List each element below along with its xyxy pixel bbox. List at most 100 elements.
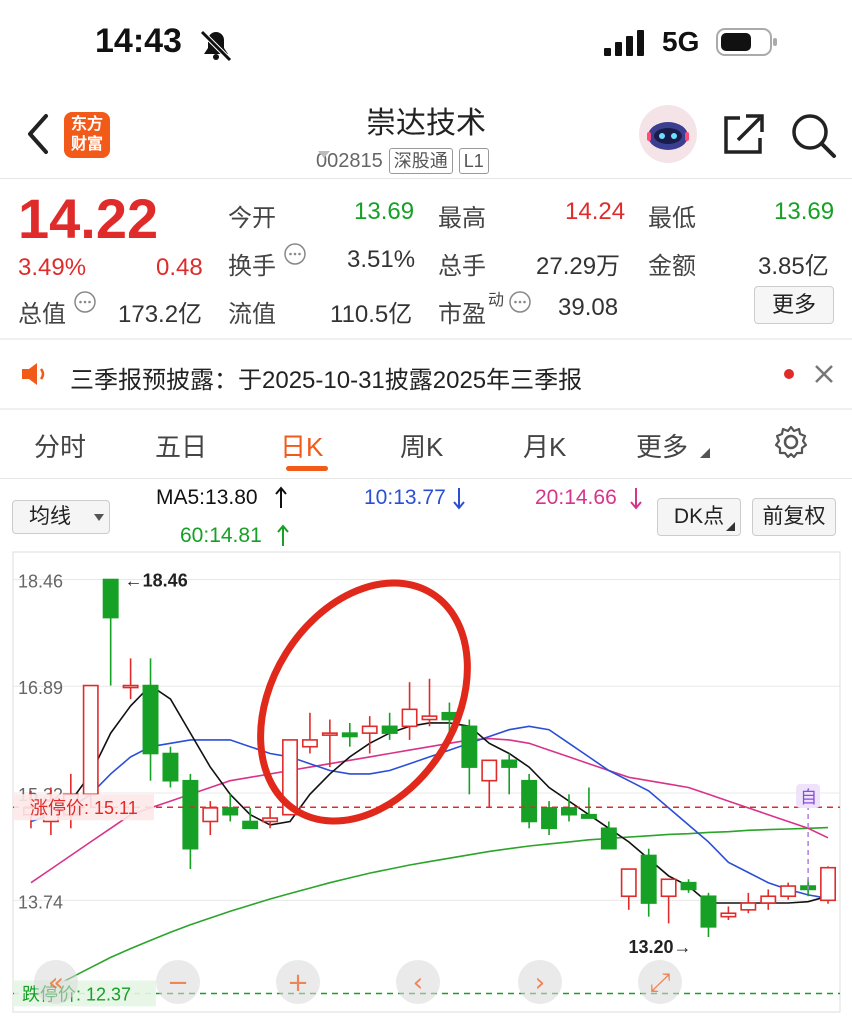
limit-up-label: 涨停价: 15.11: [30, 798, 138, 818]
robot-assistant-icon[interactable]: [638, 104, 698, 164]
notice-text[interactable]: 三季报预披露：于2025-10-31披露2025年三季报: [70, 360, 582, 395]
tab-intraday[interactable]: 分时: [34, 427, 86, 464]
min-price-label: 13.20→: [628, 937, 691, 957]
chart-control-button: [518, 960, 562, 1004]
pe-value: 39.08: [558, 294, 619, 321]
candle-body: [760, 895, 777, 904]
pe-label: 市盈: [438, 301, 486, 328]
connect-tag: 深股通: [388, 148, 453, 174]
dk-point-label: DK点: [673, 505, 725, 528]
chart-control-button: [638, 960, 682, 1004]
turnover-label: 换手: [228, 253, 276, 280]
candle: [142, 658, 159, 781]
stock-subtitle[interactable]: 002815 深股通 L1: [316, 148, 489, 174]
network-type: 5G: [662, 26, 700, 57]
candle: [521, 773, 538, 829]
settings-gear-icon[interactable]: [773, 424, 809, 460]
change-pct: 3.49%: [18, 254, 87, 281]
info-dots-icon[interactable]: [508, 290, 532, 314]
speaker-icon: [22, 363, 45, 385]
more-button[interactable]: 更多: [754, 286, 834, 324]
chart-control-icon: ⤢: [650, 968, 671, 998]
candle: [481, 759, 498, 808]
candle: [282, 739, 298, 816]
tab-five-day[interactable]: 五日: [155, 427, 207, 464]
candle-body: [202, 807, 219, 823]
self-select-badge: [796, 784, 821, 808]
candle-body: [780, 885, 797, 898]
chart-control-icon: ‹: [413, 968, 423, 998]
candle-body: [82, 684, 99, 796]
corner-triangle-icon: [726, 522, 735, 531]
candle: [182, 773, 199, 870]
chart-grid: 18.46 16.89 15.32 13.74: [12, 551, 841, 1013]
candles: [22, 578, 837, 938]
candle-body: [441, 711, 458, 721]
candle-body: [42, 800, 59, 823]
candle: [700, 892, 717, 938]
candle: [461, 719, 478, 795]
candle: [122, 658, 139, 700]
candle: [720, 906, 737, 921]
candle-body: [600, 827, 617, 850]
tab-more[interactable]: 更多: [636, 427, 688, 464]
candle: [242, 807, 259, 830]
info-dots-icon[interactable]: [283, 242, 307, 266]
candle-body: [301, 739, 318, 748]
info-dots-icon[interactable]: [73, 290, 97, 314]
quote-divider: [0, 338, 852, 340]
adjust-button[interactable]: 前复权: [752, 498, 836, 536]
up-arrow-icon: [275, 486, 287, 508]
candle-body: [501, 759, 518, 768]
limit-up-badge: [14, 794, 154, 821]
chevron-down-icon: [94, 514, 104, 521]
candle-body: [22, 807, 39, 816]
share-icon[interactable]: [720, 110, 768, 158]
unread-dot-icon: [784, 369, 794, 379]
candle: [820, 866, 837, 904]
ma-line-ma10: [30, 725, 829, 900]
candle-body: [262, 817, 279, 823]
candle: [381, 712, 398, 740]
chart-control-icon: −: [167, 968, 189, 998]
candle: [202, 801, 219, 836]
candle-body: [421, 715, 438, 721]
open-label: 今开: [228, 205, 276, 232]
change-value: 0.48: [156, 254, 203, 281]
candle: [441, 702, 458, 734]
y-tick-label: 18.46: [18, 572, 63, 592]
chart-control-button: [34, 960, 78, 1004]
chart-border: [12, 551, 841, 1013]
candle: [620, 868, 637, 910]
candle-body: [461, 725, 478, 768]
low-label: 最低: [648, 205, 696, 232]
candle: [760, 889, 777, 910]
candle-body: [361, 725, 378, 734]
tab-weekly-k[interactable]: 周K: [400, 427, 443, 464]
candle-body: [142, 684, 159, 755]
pe-sup: 动: [488, 292, 505, 309]
limit-down-label: 跌停价: 12.37: [22, 984, 131, 1004]
current-price: 14.22: [18, 187, 159, 250]
candle-body: [740, 902, 757, 911]
market-cap: 173.2亿: [118, 301, 203, 328]
chart-control-button: [156, 960, 200, 1004]
candle-body: [162, 752, 179, 782]
candle-body: [800, 885, 817, 891]
candle-body: [182, 779, 199, 850]
chart-control-icon: +: [287, 968, 309, 998]
indicator-select[interactable]: 均线: [12, 500, 110, 534]
low-value: 13.69: [774, 198, 835, 225]
search-icon[interactable]: [788, 110, 838, 160]
battery-icon: [716, 28, 777, 56]
header-divider: [0, 178, 852, 179]
candle-body: [580, 813, 597, 819]
tab-daily-k[interactable]: 日K: [280, 427, 323, 464]
max-price-label: ←18.46: [125, 571, 188, 591]
candle: [82, 684, 99, 808]
close-icon[interactable]: [812, 362, 836, 386]
limit-down-badge: [14, 980, 156, 1007]
tab-monthly-k[interactable]: 月K: [523, 427, 566, 464]
candle: [341, 722, 358, 747]
candle-body: [640, 854, 657, 904]
